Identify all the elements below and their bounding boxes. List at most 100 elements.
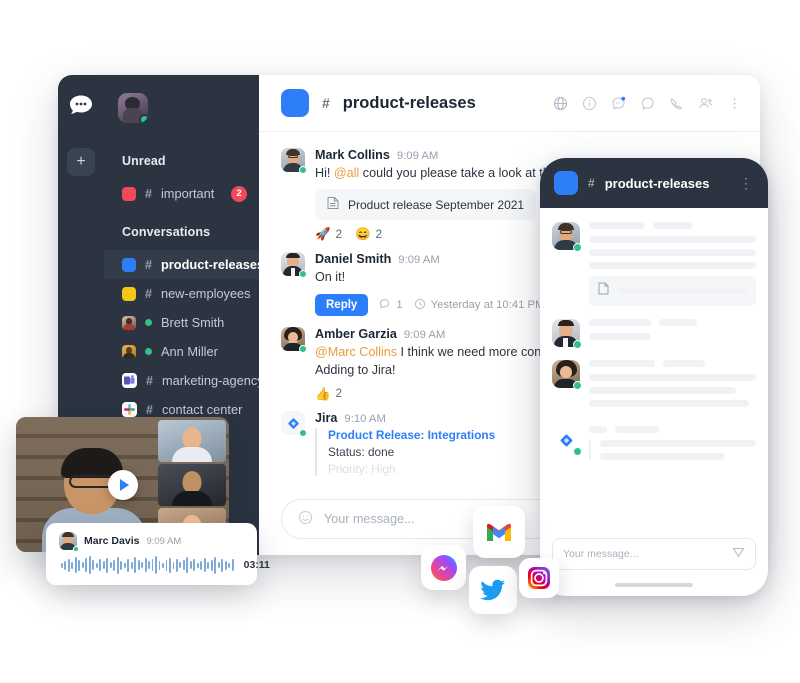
audio-waveform[interactable]	[61, 554, 234, 576]
emoji-smiley-icon[interactable]	[298, 510, 313, 528]
message-author: Amber Garzia	[315, 327, 397, 341]
sidebar-item-label: contact center	[161, 402, 243, 417]
square-swatch	[122, 186, 136, 201]
message-time: 9:09 AM	[403, 329, 446, 341]
add-button[interactable]: +	[67, 148, 95, 176]
video-participant-2[interactable]	[158, 464, 226, 506]
message-time: 9:09 AM	[396, 150, 439, 162]
twitter-icon[interactable]	[469, 566, 517, 614]
message-author: Daniel Smith	[315, 251, 392, 266]
voice-message-card[interactable]: Marc Davis 9:09 AM 03:11	[46, 523, 270, 585]
mention-all[interactable]: @all	[334, 166, 359, 180]
presence-dot	[573, 243, 582, 252]
avatar[interactable]	[552, 319, 582, 349]
message-attachment[interactable]: Product release September 2021	[315, 189, 537, 221]
mobile-phone-window: # product-releases ⋮ Your message...	[540, 158, 768, 596]
skeleton-row	[589, 319, 756, 326]
sidebar-item-label: marketing-agency	[161, 373, 264, 388]
play-button-icon[interactable]	[107, 469, 138, 500]
presence-dot	[299, 429, 307, 437]
more-vertical-icon[interactable]	[727, 96, 742, 111]
sidebar-section-unread: Unread	[122, 154, 166, 168]
avatar[interactable]	[281, 148, 307, 174]
sidebar-item-brett-smith[interactable]: Brett Smith	[104, 308, 259, 337]
phone-icon[interactable]	[669, 96, 684, 111]
chat-bubble-icon[interactable]	[640, 96, 655, 111]
voice-message-author: Marc Davis	[84, 535, 140, 547]
skeleton-bar	[589, 262, 756, 269]
skeleton-bar	[589, 360, 655, 367]
list-item	[552, 426, 756, 466]
user-avatar	[122, 344, 136, 359]
thread-count-meta[interactable]: 1	[379, 298, 403, 313]
skeleton-bar	[589, 374, 756, 381]
user-avatar	[122, 315, 136, 330]
app-tile-teams-icon	[122, 373, 137, 388]
smile-reaction[interactable]: 😄 2	[355, 228, 382, 241]
reaction-count: 2	[375, 228, 382, 241]
chat-bubble-badge-icon[interactable]	[611, 96, 626, 111]
home-indicator	[615, 583, 693, 587]
square-swatch	[122, 257, 136, 272]
channel-header: # product-releases	[259, 75, 760, 132]
instagram-icon[interactable]	[519, 558, 559, 598]
sidebar-item-new-employees[interactable]: # new-employees	[104, 279, 259, 308]
sidebar-item-label: important	[160, 186, 215, 201]
sidebar-section-conversations: Conversations	[122, 225, 211, 239]
globe-icon[interactable]	[553, 96, 568, 111]
rocket-reaction[interactable]: 🚀 2	[315, 228, 342, 241]
reaction-count: 2	[335, 228, 342, 241]
presence-dot	[299, 166, 307, 174]
skeleton-bar	[589, 387, 736, 394]
hash-icon: #	[145, 257, 152, 272]
jira-icon	[560, 434, 572, 446]
skeleton-bar	[589, 426, 607, 433]
jira-avatar[interactable]	[281, 411, 307, 437]
skeleton-bar	[659, 319, 697, 326]
avatar[interactable]	[552, 360, 582, 390]
reply-button[interactable]: Reply	[315, 294, 369, 316]
hash-icon: #	[146, 402, 153, 417]
smile-emoji: 😄	[354, 227, 371, 242]
info-circle-icon[interactable]	[582, 96, 597, 111]
avatar[interactable]	[281, 251, 307, 278]
avatar[interactable]	[118, 93, 148, 123]
sidebar-item-label: Ann Miller	[161, 344, 218, 359]
hash-icon: #	[145, 286, 152, 301]
hash-icon: #	[588, 176, 595, 190]
send-icon[interactable]	[732, 546, 745, 562]
skeleton-lines	[589, 360, 756, 413]
app-tile-slack-icon	[122, 402, 137, 417]
phone-message-list	[540, 208, 768, 466]
video-participant-1[interactable]	[158, 420, 226, 462]
message-text-after: could you please take a look at this	[359, 166, 559, 180]
skeleton-bar	[589, 400, 750, 407]
document-icon	[327, 196, 339, 213]
sidebar-item-product-releases[interactable]: # product-releases	[104, 250, 264, 279]
avatar[interactable]	[552, 222, 582, 252]
skeleton-bar	[589, 222, 645, 229]
phone-channel-header: # product-releases ⋮	[540, 158, 768, 208]
people-icon[interactable]	[698, 96, 713, 111]
phone-message-input[interactable]: Your message...	[552, 538, 756, 570]
jira-avatar[interactable]	[552, 426, 582, 456]
skeleton-row	[589, 360, 756, 367]
presence-dot	[573, 340, 582, 349]
sidebar-item-ann-miller[interactable]: Ann Miller	[104, 337, 259, 366]
messenger-icon[interactable]	[421, 545, 466, 590]
sidebar-item-important[interactable]: # important 2	[104, 179, 259, 208]
message-text-after: I think we need more con	[397, 345, 542, 359]
avatar	[59, 532, 79, 552]
jira-skeleton-card	[589, 440, 756, 460]
channel-header-actions	[553, 96, 742, 111]
thumbs-up-reaction[interactable]: 👍 2	[315, 387, 342, 401]
rocket-chat-logo-icon[interactable]	[68, 93, 94, 115]
sidebar-item-marketing-agency[interactable]: # marketing-agency	[104, 366, 264, 395]
sidebar-avatar-wrap[interactable]	[104, 93, 259, 123]
avatar[interactable]	[281, 327, 307, 353]
mention-user[interactable]: @Marc Collins	[315, 345, 397, 359]
more-vertical-icon[interactable]: ⋮	[739, 175, 754, 192]
skeleton-lines	[589, 319, 756, 347]
skeleton-row	[589, 426, 756, 433]
gmail-icon[interactable]	[473, 506, 525, 558]
